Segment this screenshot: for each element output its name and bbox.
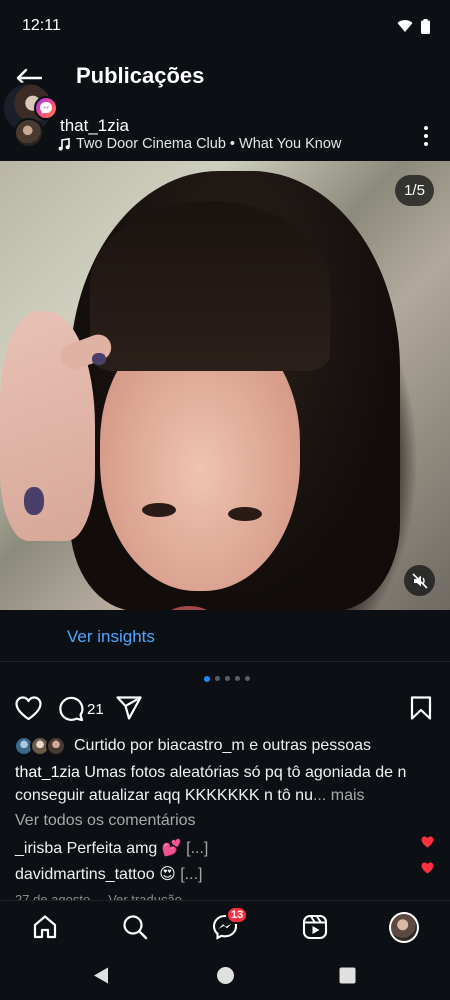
photo-bangs [90, 201, 330, 371]
save-button[interactable] [410, 696, 432, 720]
photo-nail [92, 353, 106, 365]
recents-square-icon[interactable] [339, 967, 356, 984]
liked-by-text: Curtido por biacastro_m e outras pessoas [74, 737, 372, 754]
photo-eye [228, 507, 262, 521]
status-icons [397, 18, 430, 34]
carousel-dot [204, 675, 210, 682]
back-triangle-icon[interactable] [92, 966, 110, 985]
dot-icon [424, 142, 428, 146]
carousel-dot [245, 676, 250, 681]
mute-button[interactable] [404, 565, 435, 596]
carousel-indicator [0, 675, 450, 682]
messenger-icon [34, 96, 58, 120]
like-button[interactable] [15, 696, 42, 721]
caption-more-link[interactable]: ... mais [313, 787, 365, 804]
photo-eye [142, 503, 176, 517]
heart-filled-icon[interactable] [421, 836, 434, 848]
comment-icon [59, 696, 84, 722]
post-date: 27 de agosto [15, 892, 91, 900]
heart-icon [15, 696, 42, 721]
view-insights-link[interactable]: Ver insights [67, 627, 155, 647]
music-info[interactable]: Two Door Cinema Club • What You Know [58, 136, 341, 152]
comment-item: davidmartins_tattoo 😍 [...] [15, 864, 445, 884]
post-username[interactable]: that_1zia [60, 116, 129, 136]
comment-username[interactable]: davidmartins_tattoo [15, 866, 155, 883]
nav-search[interactable] [120, 912, 150, 942]
comment-text: 😍 [159, 866, 176, 883]
liked-by-row[interactable]: Curtido por biacastro_m e outras pessoas [14, 734, 371, 758]
nav-messages[interactable]: 13 [210, 906, 249, 942]
comment-item: _irisba Perfeita amg 💕 [...] [15, 838, 445, 858]
post-header: that_1zia Two Door Cinema Club • What Yo… [0, 82, 450, 160]
comment-button[interactable]: 21 [58, 696, 104, 722]
messages-badge: 13 [226, 906, 249, 924]
status-bar: 12:11 [0, 0, 450, 52]
heart-filled-icon[interactable] [421, 862, 434, 874]
caption-username[interactable]: that_1zia [15, 764, 80, 781]
wifi-icon [397, 20, 413, 32]
home-icon [33, 915, 57, 939]
post-meta-row: 27 de agosto Ver tradução [15, 892, 200, 900]
photo-nail [24, 487, 44, 515]
avatar-secondary [14, 118, 44, 148]
post-caption: that_1zia Umas fotos aleatórias só pq tô… [15, 761, 435, 807]
carousel-dot [235, 676, 240, 681]
system-nav-bar [0, 952, 450, 1000]
reels-icon [302, 914, 328, 940]
carousel-dot [215, 676, 220, 681]
nav-profile[interactable] [389, 911, 419, 943]
avatar [389, 911, 419, 943]
comment-count: 21 [87, 700, 104, 718]
battery-icon [421, 18, 430, 34]
insights-row: Ver insights [0, 612, 450, 662]
music-note-icon [58, 137, 70, 151]
bottom-nav: 13 [0, 900, 450, 952]
comment-text: Perfeita amg 💕 [66, 840, 182, 857]
search-icon [123, 915, 148, 940]
comment-expand[interactable]: [...] [180, 866, 202, 883]
share-button[interactable] [116, 696, 142, 720]
dot-icon [424, 126, 428, 130]
bookmark-icon [410, 696, 432, 720]
status-time: 12:11 [22, 17, 61, 34]
music-label: Two Door Cinema Club • What You Know [76, 136, 342, 152]
post-actions: 21 [0, 692, 450, 726]
avatar [46, 736, 66, 756]
nav-home[interactable] [30, 912, 60, 942]
author-avatar-group[interactable] [2, 82, 60, 150]
media-counter: 1/5 [395, 175, 434, 206]
page-title: Publicações [76, 63, 205, 88]
post-media[interactable]: 1/5 [0, 161, 450, 610]
more-options-button[interactable] [416, 124, 436, 148]
comment-expand[interactable]: [...] [186, 840, 208, 857]
comment-username[interactable]: _irisba [15, 840, 62, 857]
speaker-muted-icon [411, 572, 428, 589]
view-all-comments-link[interactable]: Ver todos os comentários [15, 812, 196, 830]
nav-reels[interactable] [300, 912, 330, 942]
liker-avatars [14, 736, 70, 756]
carousel-dot [225, 676, 230, 681]
translate-link[interactable]: Ver tradução [108, 892, 182, 900]
home-circle-icon[interactable] [216, 966, 235, 985]
dot-icon [424, 134, 428, 138]
app-header: Publicações [0, 55, 450, 101]
paper-plane-icon [116, 696, 142, 720]
